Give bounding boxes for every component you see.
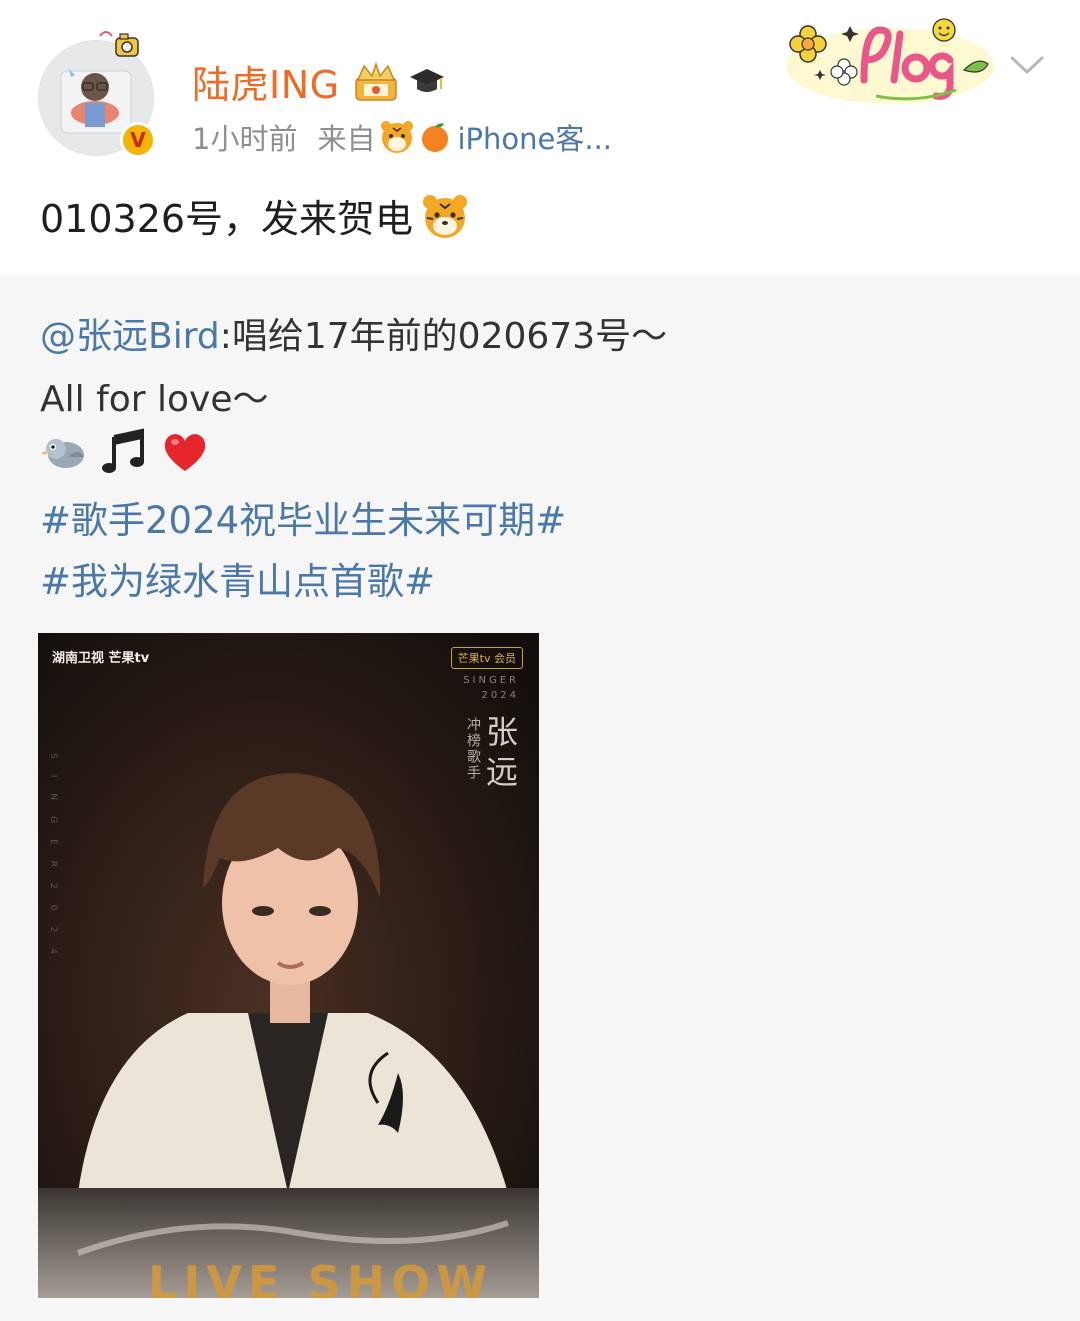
repost-text-line1: @张远Bird:唱给17年前的020673号～ [40, 307, 667, 359]
poster-logo-left: 湖南卫视 芒果tv [52, 651, 150, 666]
username[interactable]: 陆虎ING [192, 54, 340, 109]
heart-icon [164, 434, 206, 471]
verified-badge: V [120, 122, 156, 158]
verified-mark: V [130, 128, 146, 152]
mention-link[interactable]: @张远Bird [40, 316, 220, 357]
chevron-down-icon[interactable] [1008, 52, 1046, 78]
poster-singer-label: SINGER 2024 [463, 673, 519, 703]
source-prefix: 来自 [317, 122, 376, 156]
emoji-row [40, 427, 210, 477]
repost-text-line2: All for love～ [40, 379, 269, 420]
tiger-icon [381, 121, 414, 153]
poster-image[interactable]: 湖南卫视 芒果tv 芒果tv 会员 SINGER 2024 张远 冲榜歌手 SI… [38, 633, 539, 1298]
poster-year: 2024 [481, 690, 519, 701]
poster-bottom-text: LIVE SHOW [148, 1256, 493, 1298]
repost-card[interactable]: @张远Bird:唱给17年前的020673号～ All for love～ #歌… [0, 275, 1080, 1321]
bird-icon [41, 439, 84, 468]
post-body: 010326号，发来贺电 [40, 188, 469, 243]
camera-decoration-icon [99, 31, 139, 57]
orange-icon [422, 123, 449, 152]
username-row: 陆虎ING [192, 54, 446, 109]
crown-badge-icon[interactable] [350, 61, 402, 102]
poster-logo-right: 芒果tv 会员 [450, 647, 523, 669]
graduation-cap-icon[interactable] [408, 65, 446, 99]
repost-text: :唱给17年前的020673号～ [219, 316, 668, 357]
tiger-icon [423, 194, 468, 238]
poster-role: 冲榜歌手 [465, 717, 481, 781]
music-note-icon [102, 428, 144, 473]
poster-vertical-text: SINGER2024 [48, 753, 58, 970]
plog-sticker-icon[interactable] [780, 8, 994, 108]
post-time: 1小时前 [192, 122, 298, 156]
source-link[interactable]: iPhone客... [457, 116, 612, 158]
post-meta: 1小时前 来自 iPhone客... [192, 116, 612, 158]
post-header: V 陆虎ING 1小时前 来自 iPhone客... 010326号，发来贺电 [0, 0, 1080, 275]
poster-singer-text: SINGER [463, 675, 519, 686]
avatar[interactable]: V [38, 31, 156, 158]
poster-name: 张远 [481, 715, 519, 795]
hashtag-link[interactable]: #歌手2024祝毕业生未来可期# [40, 490, 566, 544]
post-text: 010326号，发来贺电 [40, 197, 414, 241]
hashtag-link[interactable]: #我为绿水青山点首歌# [40, 551, 435, 605]
